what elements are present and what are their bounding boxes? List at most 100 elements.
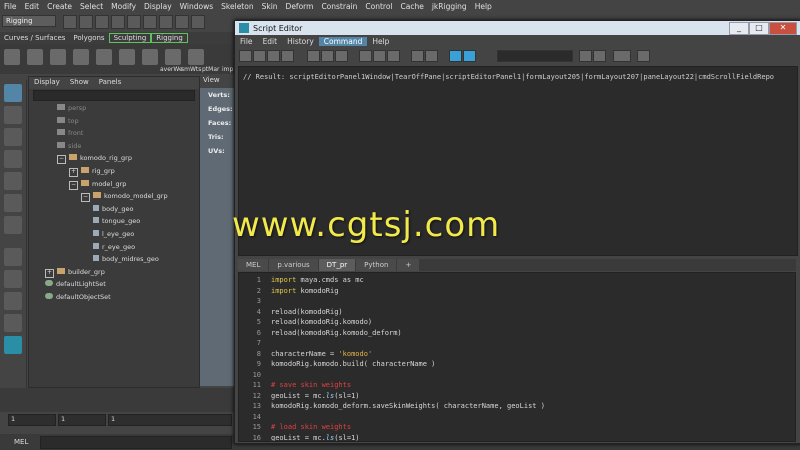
outliner-item[interactable]: + rig_grp (69, 167, 115, 177)
tab-mel[interactable]: MEL (238, 259, 269, 271)
expand-toggle-icon[interactable]: + (45, 268, 54, 278)
shelf-tab-rigging[interactable]: Rigging (151, 33, 188, 43)
source-script-icon[interactable] (253, 50, 266, 62)
shelf-tab-sculpting[interactable]: Sculpting (108, 33, 152, 43)
snap-grid-icon[interactable] (191, 15, 205, 29)
main-menu-select[interactable]: Select (76, 2, 107, 11)
outliner-item[interactable]: body_geo (93, 204, 133, 213)
expand-toggle-icon[interactable]: − (57, 155, 66, 165)
search-icon[interactable] (579, 50, 592, 62)
execute-all-icon[interactable] (449, 50, 462, 62)
outliner-item[interactable]: − model_grp (69, 179, 126, 190)
main-menu-deform[interactable]: Deform (282, 2, 318, 11)
open-script-icon[interactable] (239, 50, 252, 62)
start-time-field[interactable]: 1 (8, 414, 56, 426)
outliner-item[interactable]: l_eye_geo (93, 230, 134, 238)
outliner-item[interactable]: defaultObjectSet (45, 293, 111, 301)
shelf-point-marker-icon[interactable] (165, 49, 181, 65)
minimize-button[interactable]: _ (729, 22, 749, 35)
main-menu-skin[interactable]: Skin (258, 2, 282, 11)
shelf-bind-icon[interactable] (50, 49, 66, 65)
undo-icon[interactable] (111, 15, 125, 29)
save-script-icon[interactable] (267, 50, 280, 62)
expand-toggle-icon[interactable]: − (81, 193, 90, 203)
current-time-field[interactable]: 1 (58, 414, 106, 426)
expand-toggle-icon[interactable]: + (69, 168, 78, 177)
quick-help-field[interactable] (497, 50, 573, 62)
viewport-menu-view[interactable]: View (200, 76, 238, 88)
script-editor-menu-help[interactable]: Help (367, 37, 394, 46)
main-menu-skeleton[interactable]: Skeleton (217, 2, 257, 11)
line-numbers-icon[interactable] (425, 50, 438, 62)
tab-python[interactable]: Python (356, 259, 397, 271)
shelf-average-weights-icon[interactable] (119, 49, 135, 65)
range-field[interactable]: 1 (108, 414, 232, 426)
outliner-item[interactable]: front (57, 129, 83, 137)
shelf-tab-curves-surfaces[interactable]: Curves / Surfaces (0, 34, 69, 42)
script-editor-menu-file[interactable]: File (235, 37, 258, 46)
script-editor-menu-edit[interactable]: Edit (258, 37, 283, 46)
open-scene-icon[interactable] (79, 15, 93, 29)
shelf-import-icon[interactable] (188, 49, 204, 65)
paint-select-icon[interactable] (4, 128, 22, 146)
script-editor-menu-command[interactable]: Command (318, 36, 368, 46)
command-line-input[interactable] (40, 436, 232, 449)
scale-tool-icon[interactable] (4, 194, 22, 212)
main-menu-jkrigging[interactable]: jkRigging (428, 2, 471, 11)
outliner-menu-display[interactable]: Display (29, 77, 65, 89)
tab-dt-pr[interactable]: DT_pr (318, 259, 356, 271)
main-menu-constrain[interactable]: Constrain (317, 2, 361, 11)
main-menu-cache[interactable]: Cache (397, 2, 428, 11)
echo-commands-icon[interactable] (411, 50, 424, 62)
clear-history-icon[interactable] (307, 50, 320, 62)
maximize-button[interactable]: □ (749, 22, 769, 35)
time-slider[interactable] (0, 388, 236, 412)
main-menu-file[interactable]: File (0, 2, 21, 11)
single-view-layout-icon[interactable] (4, 248, 22, 266)
outliner-item[interactable]: − komodo_rig_grp (57, 154, 132, 165)
menuset-dropdown[interactable]: Rigging (2, 15, 56, 27)
outliner-item[interactable]: top (57, 116, 79, 125)
main-menu-help[interactable]: Help (471, 2, 496, 11)
outliner-item[interactable]: tongue_geo (93, 217, 140, 225)
shelf-paint-weights-icon[interactable] (73, 49, 89, 65)
main-menu-edit[interactable]: Edit (21, 2, 44, 11)
add-tab-button[interactable]: + (397, 259, 420, 271)
main-menu-control[interactable]: Control (361, 2, 396, 11)
main-menu-create[interactable]: Create (43, 2, 76, 11)
show-both-icon[interactable] (387, 50, 400, 62)
show-history-icon[interactable] (359, 50, 372, 62)
outliner-layout-icon[interactable] (4, 292, 22, 310)
outliner-item[interactable]: side (57, 141, 81, 150)
script-editor-menu-history[interactable]: History (282, 37, 319, 46)
script-dropdown-icon[interactable] (613, 50, 631, 62)
redo-icon[interactable] (127, 15, 141, 29)
shelf-ik-icon[interactable] (27, 49, 43, 65)
shelf-tab-polygons[interactable]: Polygons (69, 34, 108, 42)
outliner-menu-show[interactable]: Show (65, 77, 94, 89)
shelf-smooth-weights-icon[interactable] (142, 49, 158, 65)
graph-layout-icon[interactable] (4, 314, 22, 332)
expand-toggle-icon[interactable]: − (69, 180, 78, 190)
main-menu-windows[interactable]: Windows (176, 2, 217, 11)
move-tool-icon[interactable] (4, 150, 22, 168)
outliner-item[interactable]: r_eye_geo (93, 242, 135, 251)
last-tool-icon[interactable] (4, 216, 22, 234)
goto-line-icon[interactable] (593, 50, 606, 62)
clear-input-icon[interactable] (321, 50, 334, 62)
save-scene-icon[interactable] (95, 15, 109, 29)
shelf-mirror-icon[interactable] (96, 49, 112, 65)
lasso-tool-icon[interactable] (4, 106, 22, 124)
select-hierarchy-icon[interactable] (143, 15, 157, 29)
outliner-item[interactable]: persp (57, 104, 86, 112)
outliner-item[interactable]: + builder_grp (45, 267, 105, 278)
outliner-item[interactable]: − komodo_model_grp (81, 192, 168, 203)
bookmark-icon[interactable] (637, 50, 650, 62)
execute-selected-icon[interactable] (463, 50, 476, 62)
main-menu-display[interactable]: Display (140, 2, 176, 11)
script-input-panel[interactable]: 1 import maya.cmds as mc 2 import komodoRig… (238, 272, 796, 442)
close-button[interactable]: ✕ (769, 22, 797, 35)
outliner-item[interactable]: defaultLightSet (45, 280, 106, 288)
tab-p-various[interactable]: p.various (269, 259, 318, 271)
save-to-shelf-icon[interactable] (281, 50, 294, 62)
